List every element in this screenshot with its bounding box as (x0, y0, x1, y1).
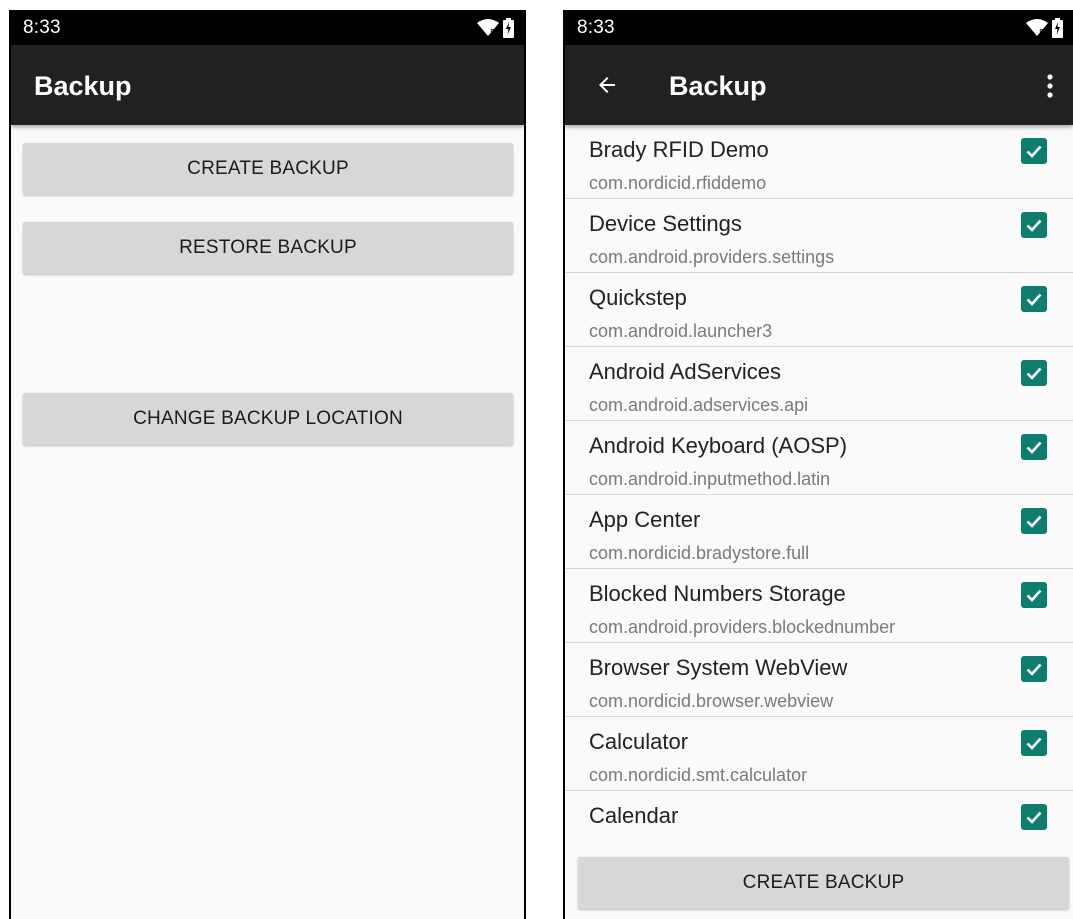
page-title: Backup (34, 71, 132, 101)
checkbox-checked-icon[interactable] (1021, 138, 1047, 164)
app-list-item[interactable]: Brady RFID Demo com.nordicid.rfiddemo (565, 125, 1073, 199)
more-vert-icon[interactable] (1045, 73, 1055, 99)
app-list-item[interactable]: App Center com.nordicid.bradystore.full (565, 495, 1073, 569)
battery-charging-icon (1052, 18, 1063, 38)
change-backup-location-button[interactable]: CHANGE BACKUP LOCATION (23, 393, 513, 445)
app-bar: Backup (565, 45, 1073, 125)
app-package: com.android.adservices.api (589, 395, 809, 415)
app-list-item[interactable]: Android Keyboard (AOSP) com.android.input… (565, 421, 1073, 495)
app-list-item[interactable]: Browser System WebView com.nordicid.brows… (565, 643, 1073, 717)
app-package: com.nordicid.smt.calculator (589, 765, 808, 785)
checkbox-checked-icon[interactable] (1021, 582, 1047, 608)
app-list-item[interactable]: Device Settings com.android.providers.set… (565, 199, 1073, 273)
checkbox-checked-icon[interactable] (1021, 730, 1047, 756)
app-name: App Center (589, 507, 701, 532)
app-name: Android Keyboard (AOSP) (589, 433, 848, 458)
wifi-icon: 5 (1026, 19, 1048, 37)
app-name: Calendar (589, 803, 679, 828)
checkbox-checked-icon[interactable] (1021, 508, 1047, 534)
app-list-item[interactable]: Android AdServices com.android.adservices… (565, 347, 1073, 421)
backup-screen-main: 8:33 5 Backup CREATE BACKUP RESTORE BACK… (9, 10, 526, 919)
status-bar: 8:33 5 (11, 10, 524, 45)
app-name: Brady RFID Demo (589, 137, 769, 162)
status-time: 8:33 (577, 17, 615, 38)
app-package: com.nordicid.bradystore.full (589, 543, 810, 563)
restore-backup-button[interactable]: RESTORE BACKUP (23, 222, 513, 274)
checkbox-checked-icon[interactable] (1021, 656, 1047, 682)
svg-text:5: 5 (490, 28, 495, 37)
status-icons: 5 (477, 17, 514, 39)
create-backup-button[interactable]: CREATE BACKUP (23, 143, 513, 195)
app-package: com.nordicid.browser.webview (589, 691, 834, 711)
app-name: Browser System WebView (589, 655, 848, 680)
app-name: Android AdServices (589, 359, 781, 384)
backup-app-selection-screen: 8:33 5 Backup Brady RFID Demo com.nordici… (563, 10, 1073, 919)
app-list-item[interactable]: Calendar (565, 791, 1073, 865)
checkbox-checked-icon[interactable] (1021, 434, 1047, 460)
page-title: Backup (669, 71, 767, 101)
status-icons: 5 (1026, 17, 1063, 39)
app-name: Calculator (589, 729, 689, 754)
app-list-item[interactable]: Blocked Numbers Storage com.android.provi… (565, 569, 1073, 643)
app-name: Quickstep (589, 285, 687, 310)
app-name: Device Settings (589, 211, 742, 236)
app-bar: Backup (11, 45, 524, 125)
status-time: 8:33 (23, 17, 61, 38)
app-list-item[interactable]: Quickstep com.android.launcher3 (565, 273, 1073, 347)
checkbox-checked-icon[interactable] (1021, 212, 1047, 238)
app-package: com.android.inputmethod.latin (589, 469, 831, 489)
app-package: com.android.providers.settings (589, 247, 835, 267)
battery-charging-icon (503, 18, 514, 38)
status-bar: 8:33 5 (565, 10, 1073, 45)
app-package: com.android.providers.blockednumber (589, 617, 896, 637)
app-list-item[interactable]: Calculator com.nordicid.smt.calculator (565, 717, 1073, 791)
svg-text:5: 5 (1039, 28, 1044, 37)
app-list: Brady RFID Demo com.nordicid.rfiddemo Devi… (565, 125, 1073, 865)
back-arrow-icon[interactable] (595, 73, 619, 97)
checkbox-checked-icon[interactable] (1021, 804, 1047, 830)
checkbox-checked-icon[interactable] (1021, 360, 1047, 386)
wifi-icon: 5 (477, 19, 499, 37)
app-package: com.nordicid.rfiddemo (589, 173, 767, 193)
checkbox-checked-icon[interactable] (1021, 286, 1047, 312)
create-backup-button[interactable]: CREATE BACKUP (578, 857, 1069, 909)
app-name: Blocked Numbers Storage (589, 581, 846, 606)
app-package: com.android.launcher3 (589, 321, 773, 341)
